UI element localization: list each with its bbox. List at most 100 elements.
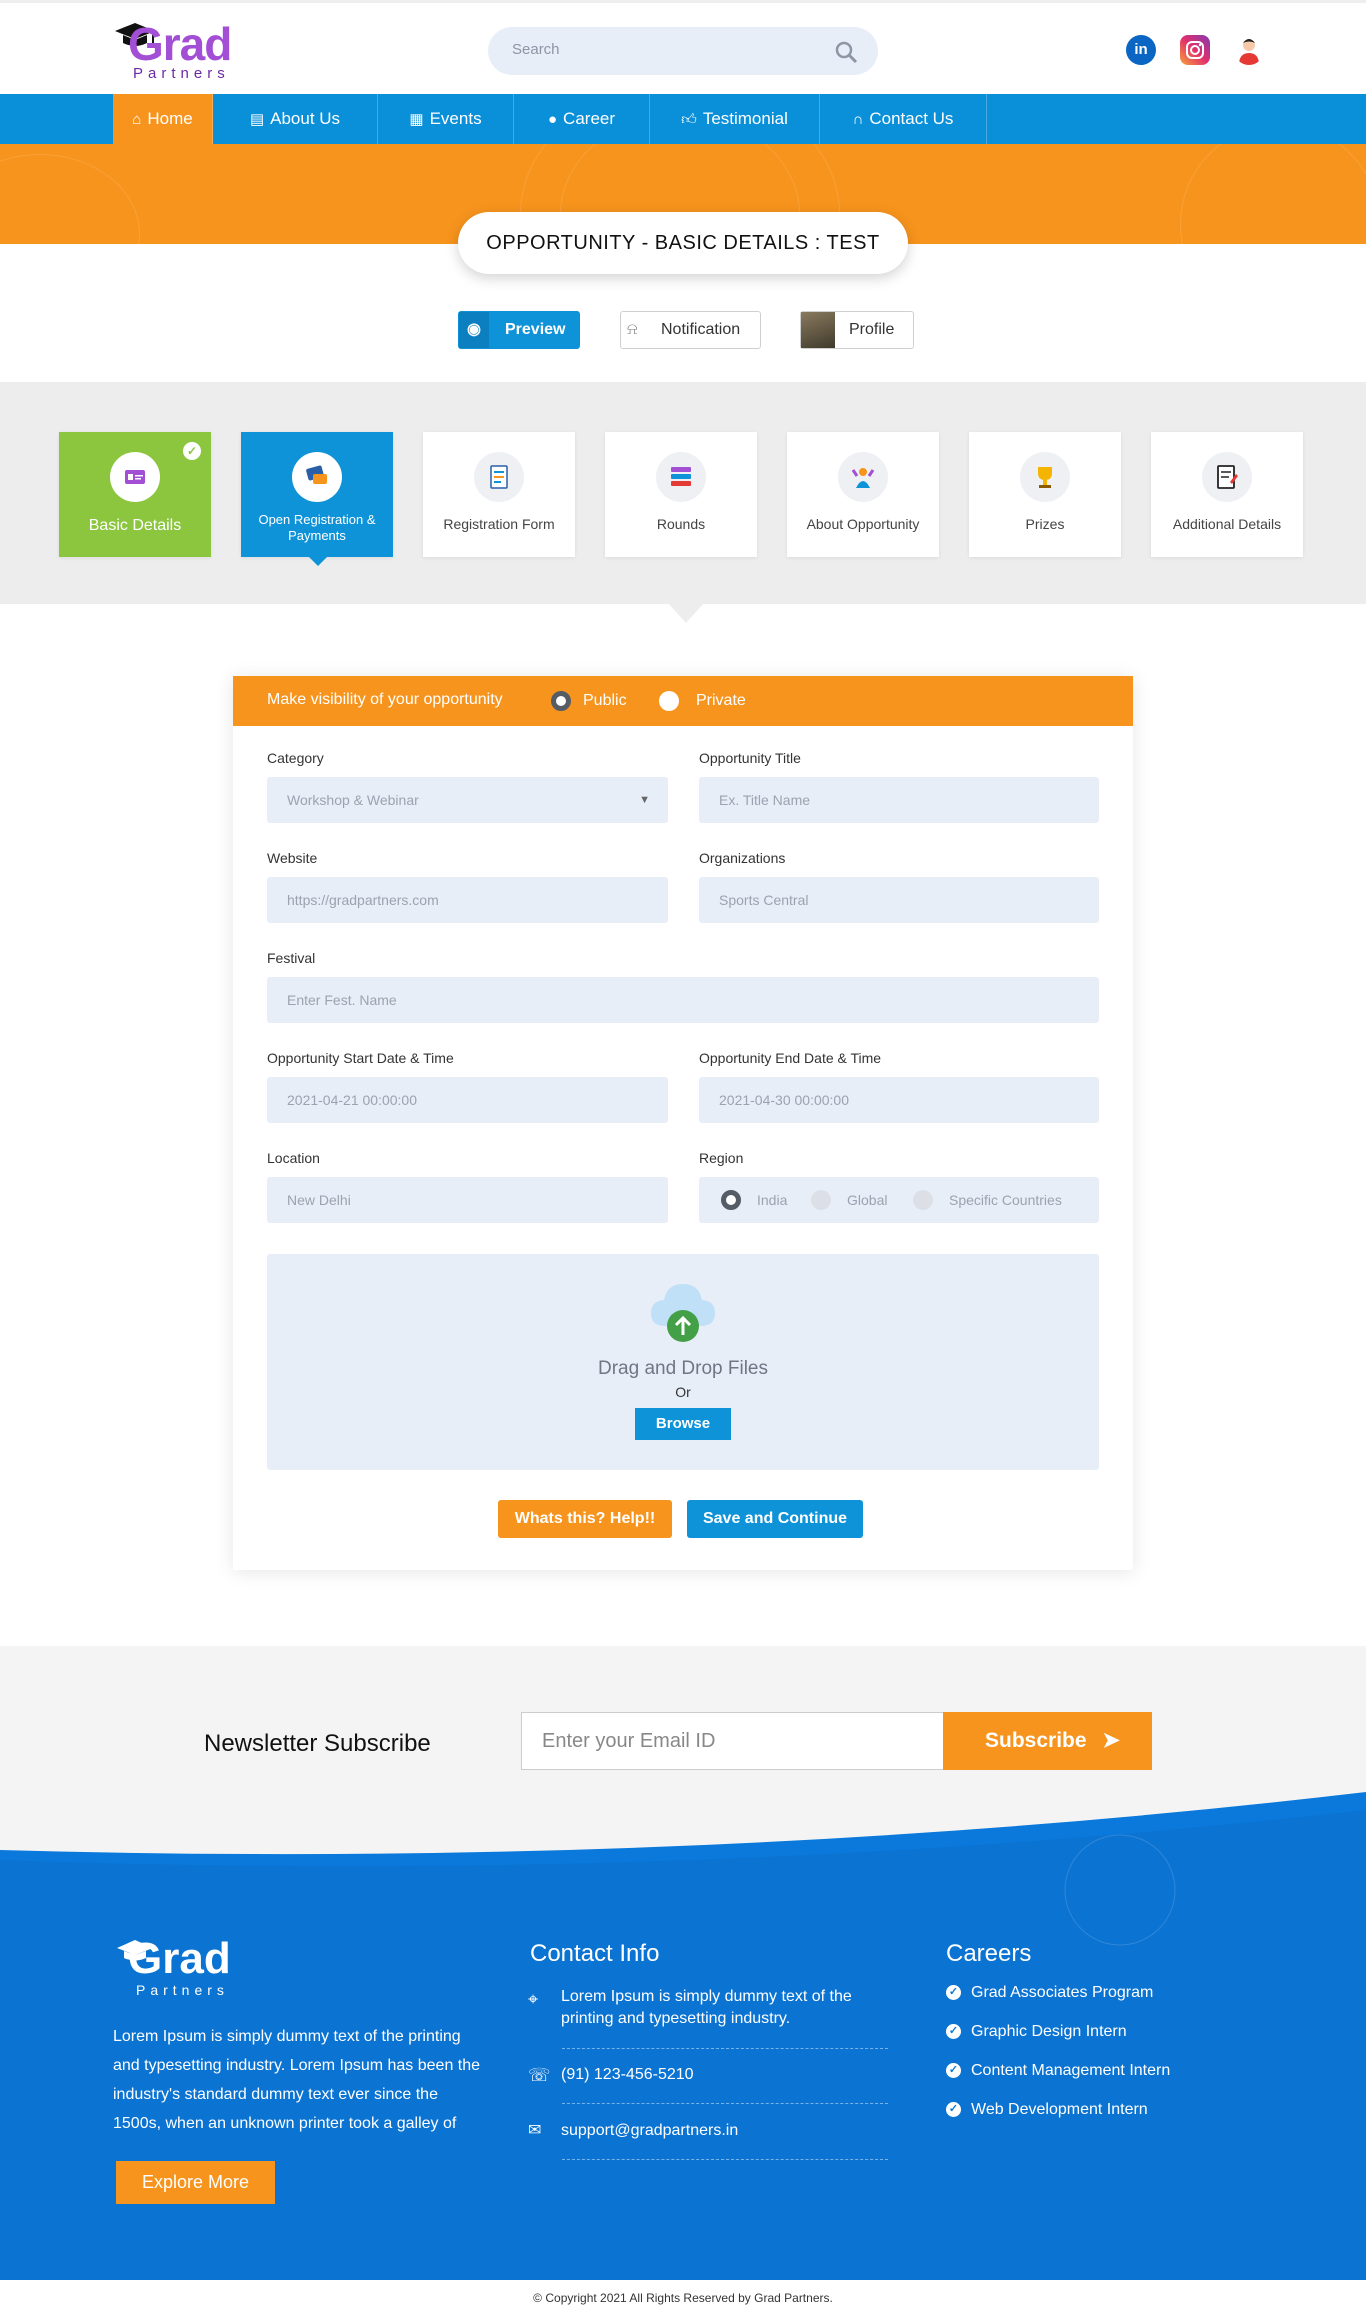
title-label: Opportunity Title xyxy=(699,750,801,766)
private-label: Private xyxy=(696,692,746,709)
dropzone-or: Or xyxy=(675,1384,691,1400)
category-select[interactable]: Workshop & Webinar ▼ xyxy=(267,777,668,823)
nav-contact-us[interactable]: ∩ Contact Us xyxy=(820,94,987,144)
form-icon xyxy=(474,452,524,502)
career-link[interactable]: ✓ Graphic Design Intern xyxy=(946,2023,1127,2041)
organizations-label: Organizations xyxy=(699,850,786,866)
email-icon: ✉ xyxy=(528,2122,542,2139)
checkmark-icon: ✓ xyxy=(183,442,201,460)
nav-label: Home xyxy=(147,109,193,128)
career-link[interactable]: ✓ Content Management Intern xyxy=(946,2062,1170,2080)
search-input[interactable]: Search xyxy=(512,41,560,58)
phone-text: (91) 123-456-5210 xyxy=(561,2066,694,2083)
career-label: Web Development Intern xyxy=(971,2101,1148,2118)
nav-career[interactable]: ● Career xyxy=(514,94,650,144)
dropzone-text: Drag and Drop Files xyxy=(597,1358,769,1379)
save-continue-button[interactable]: Save and Continue xyxy=(687,1500,863,1538)
step-label: Prizes xyxy=(1025,516,1065,532)
nav-home[interactable]: ⌂ Home xyxy=(113,94,213,144)
specific-countries-label: Specific Countries xyxy=(949,1192,1062,1208)
step-label: Open Registration & Payments xyxy=(258,512,376,543)
festival-input[interactable]: Enter Fest. Name xyxy=(267,977,1099,1023)
user-avatar-icon[interactable] xyxy=(1234,35,1264,65)
career-link[interactable]: ✓ Web Development Intern xyxy=(946,2101,1148,2119)
end-date-input[interactable]: 2021-04-30 00:00:00 xyxy=(699,1077,1099,1123)
careers-title: Careers xyxy=(946,1940,1032,1967)
calendar-icon: ▦ xyxy=(409,111,424,128)
user-icon: ● xyxy=(547,111,558,128)
step-additional-details[interactable]: Additional Details xyxy=(1151,432,1303,557)
nav-label: Events xyxy=(429,109,482,128)
step-open-registration[interactable]: Open Registration & Payments xyxy=(241,432,393,566)
visibility-bar: Make visibility of your opportunity Publ… xyxy=(233,676,1133,726)
newsletter-email-input[interactable]: Enter your Email ID xyxy=(521,1712,944,1770)
opportunity-form: Make visibility of your opportunity Publ… xyxy=(233,676,1133,1570)
organizations-input[interactable]: Sports Central xyxy=(699,877,1099,923)
footer-logo-text[interactable]: Grad xyxy=(128,1934,231,1984)
private-radio[interactable] xyxy=(659,691,679,711)
subscribe-label: Subscribe xyxy=(985,1729,1087,1752)
check-circle-icon: ✓ xyxy=(946,2102,961,2118)
global-radio[interactable] xyxy=(811,1190,831,1210)
nav-label: Career xyxy=(563,109,616,128)
footer-about-text: Lorem Ipsum is simply dummy text of the … xyxy=(113,2028,481,2132)
specific-countries-radio[interactable] xyxy=(913,1190,933,1210)
step-label: Rounds xyxy=(656,516,706,532)
location-input[interactable]: New Delhi xyxy=(267,1177,668,1223)
step-registration-form[interactable]: Registration Form xyxy=(423,432,575,557)
notification-label: Notification xyxy=(661,321,741,338)
search-box[interactable]: Search xyxy=(488,27,878,75)
logo-text[interactable]: Grad xyxy=(128,17,232,71)
step-prizes[interactable]: Prizes xyxy=(969,432,1121,557)
phone-icon: ☏ xyxy=(528,2065,551,2085)
nav-about-us[interactable]: ▤ About Us xyxy=(213,94,378,144)
india-radio[interactable] xyxy=(721,1190,741,1210)
nav-testimonial[interactable]: 👍︎ Testimonial xyxy=(650,94,820,144)
browse-button[interactable]: Browse xyxy=(635,1408,731,1440)
email-text: support@gradpartners.in xyxy=(561,2122,739,2139)
contact-info-title: Contact Info xyxy=(530,1940,660,1967)
explore-more-button[interactable]: Explore More xyxy=(116,2161,275,2204)
step-basic-details[interactable]: ✓ Basic Details xyxy=(59,432,211,557)
instagram-icon[interactable] xyxy=(1180,35,1210,65)
preview-button[interactable]: ◉ Preview xyxy=(458,311,580,349)
newsletter-title: Newsletter Subscribe xyxy=(204,1730,431,1757)
help-button[interactable]: Whats this? Help!! xyxy=(498,1500,672,1538)
step-rounds[interactable]: Rounds xyxy=(605,432,757,557)
nav-label: Testimonial xyxy=(702,109,788,128)
people-icon xyxy=(838,452,888,502)
website-input[interactable]: https://gradpartners.com xyxy=(267,877,668,923)
category-label: Category xyxy=(267,750,324,766)
notification-button[interactable]: ⍾ Notification xyxy=(620,311,761,349)
steps-pointer xyxy=(668,603,704,623)
thumbs-up-icon: 👍︎ xyxy=(681,111,697,128)
paper-plane-icon: ➤ xyxy=(1102,1729,1120,1752)
global-label: Global xyxy=(847,1192,888,1208)
step-label: About Opportunity xyxy=(806,516,920,532)
nav-events[interactable]: ▦ Events xyxy=(378,94,514,144)
career-link[interactable]: ✓ Grad Associates Program xyxy=(946,1984,1153,2002)
step-label: Registration Form xyxy=(443,516,555,532)
caret-down-icon: ▼ xyxy=(639,794,650,806)
bell-icon: ⍾ xyxy=(627,321,638,338)
start-date-label: Opportunity Start Date & Time xyxy=(267,1050,454,1066)
payment-icon xyxy=(292,452,342,502)
subscribe-button[interactable]: Subscribe ➤ xyxy=(943,1712,1152,1770)
festival-label: Festival xyxy=(267,950,316,966)
location-label: Location xyxy=(267,1150,320,1166)
eye-icon: ◉ xyxy=(459,312,489,348)
step-about-opportunity[interactable]: About Opportunity xyxy=(787,432,939,557)
website-label: Website xyxy=(267,850,318,866)
start-date-input[interactable]: 2021-04-21 00:00:00 xyxy=(267,1077,668,1123)
document-edit-icon xyxy=(1202,452,1252,502)
profile-button[interactable]: Profile xyxy=(800,311,914,349)
public-radio[interactable] xyxy=(551,691,571,711)
file-dropzone[interactable]: Drag and Drop Files Or Browse xyxy=(267,1254,1099,1470)
id-card-icon xyxy=(110,452,160,502)
headphones-icon: ∩ xyxy=(852,111,864,128)
career-label: Grad Associates Program xyxy=(971,1984,1154,2001)
search-icon[interactable] xyxy=(834,40,858,64)
linkedin-icon[interactable]: in xyxy=(1126,35,1156,65)
list-icon xyxy=(656,452,706,502)
title-input[interactable]: Ex. Title Name xyxy=(699,777,1099,823)
